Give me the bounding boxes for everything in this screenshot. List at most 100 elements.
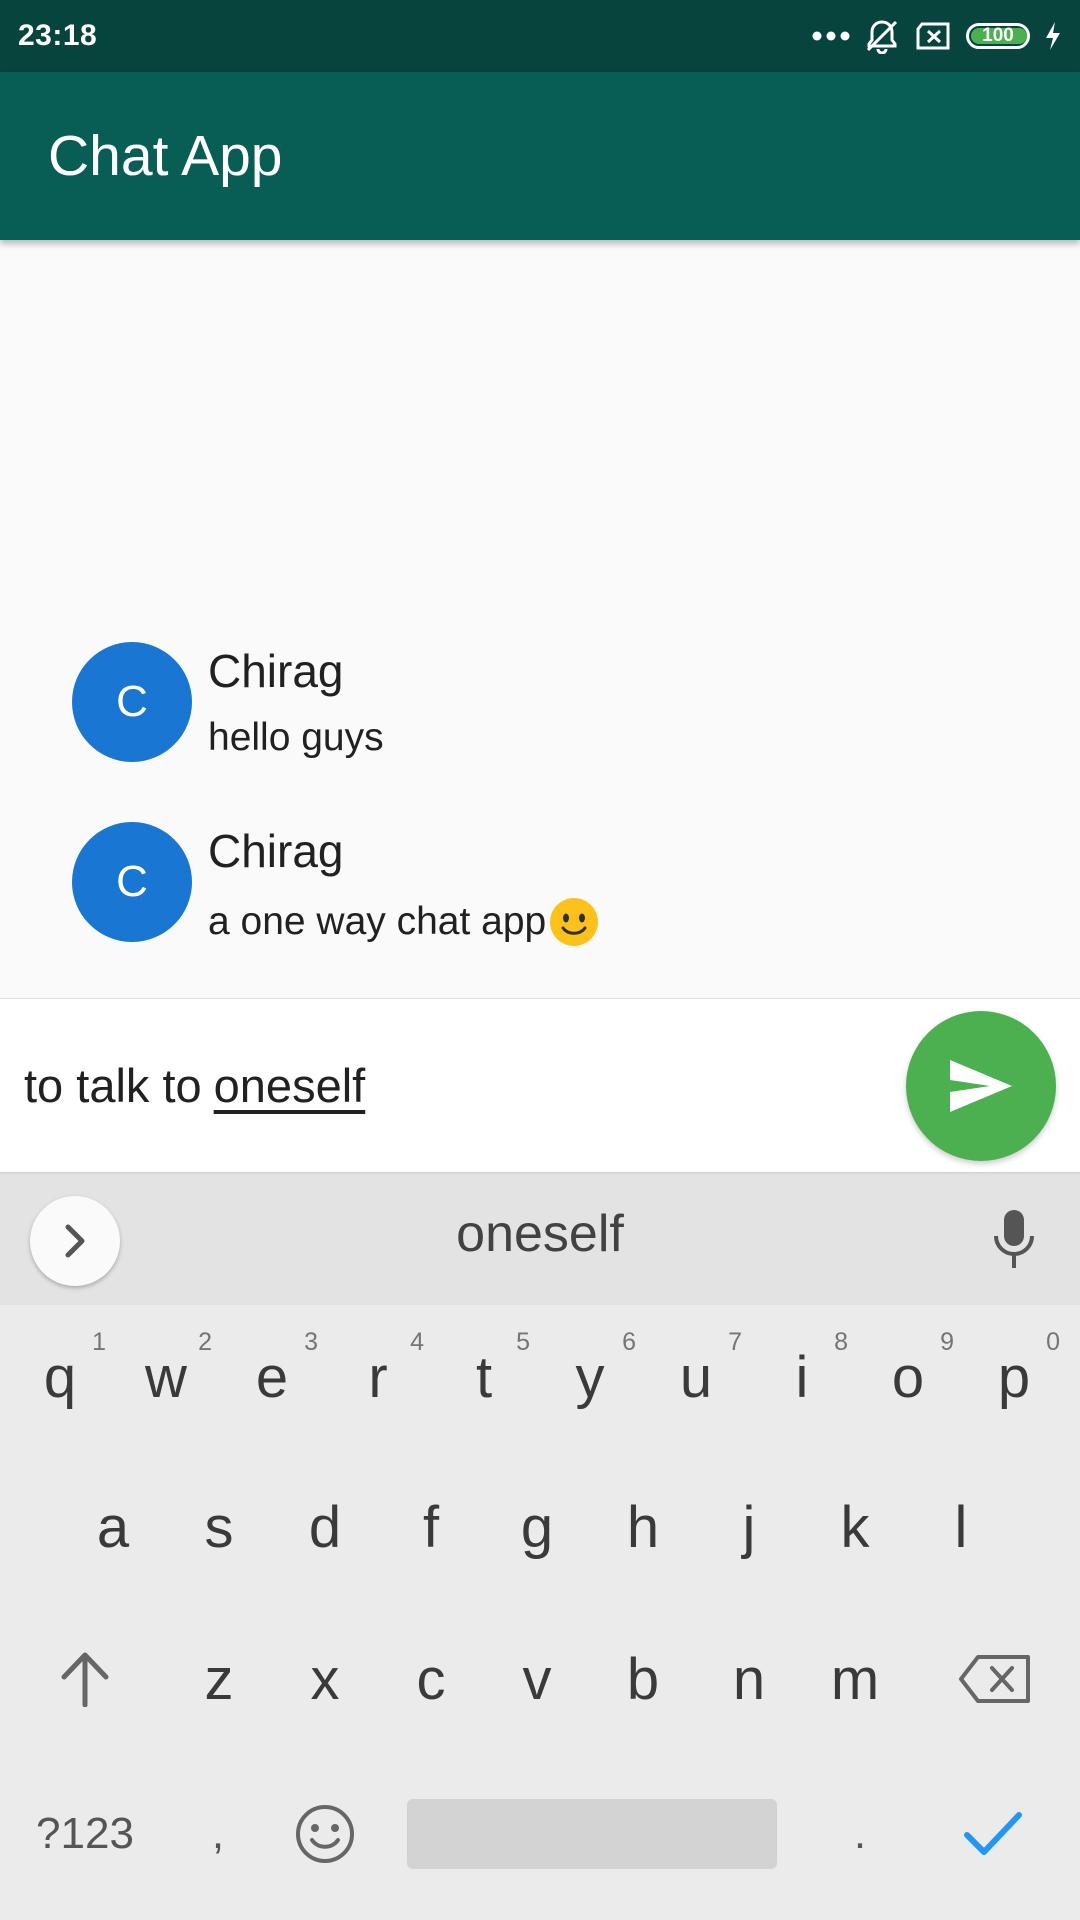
key-label: t: [475, 1344, 493, 1410]
key-p[interactable]: p0: [964, 1322, 1064, 1432]
key-hint: 5: [516, 1328, 530, 1356]
message-input[interactable]: to talk to oneself: [24, 1047, 884, 1123]
key-m[interactable]: m: [805, 1624, 905, 1734]
key-o[interactable]: o9: [858, 1322, 958, 1432]
key-k[interactable]: k: [805, 1472, 905, 1582]
message-sender: Chirag: [208, 645, 344, 697]
message-text: a one way chat app: [208, 896, 600, 948]
message-sender: Chirag: [208, 825, 344, 877]
status-time: 23:18: [18, 19, 98, 52]
key-u[interactable]: u7: [646, 1322, 746, 1432]
key-hint: 0: [1046, 1328, 1060, 1356]
key-g[interactable]: g: [487, 1472, 587, 1582]
message-text-content: hello guys: [208, 716, 384, 759]
key-label: g: [520, 1494, 554, 1560]
key-label: h: [626, 1494, 660, 1560]
key-a[interactable]: a: [63, 1472, 163, 1582]
key-label: q: [43, 1344, 77, 1410]
battery-icon: 100: [966, 23, 1030, 49]
key-label: .: [853, 1809, 867, 1858]
message-input-composing-word: oneself: [213, 1058, 366, 1112]
status-icons: 100: [812, 18, 1062, 54]
message-item[interactable]: C Chirag hello guys: [72, 642, 972, 762]
key-label: j: [742, 1494, 756, 1560]
message-text: hello guys: [208, 716, 384, 760]
key-n[interactable]: n: [699, 1624, 799, 1734]
status-bar: 23:18 100: [0, 0, 1080, 72]
chevron-right-icon: [65, 1224, 85, 1258]
message-list[interactable]: C Chirag hello guys C Chirag a one way c…: [0, 240, 1080, 998]
comma-key[interactable]: ,: [168, 1779, 268, 1889]
key-q[interactable]: q1: [10, 1322, 110, 1432]
key-x[interactable]: x: [275, 1624, 375, 1734]
emoji-key[interactable]: [275, 1779, 375, 1889]
backspace-key[interactable]: [940, 1624, 1050, 1734]
period-key[interactable]: .: [810, 1779, 910, 1889]
key-hint: 3: [304, 1328, 318, 1356]
key-h[interactable]: h: [593, 1472, 693, 1582]
key-l[interactable]: l: [911, 1472, 1011, 1582]
key-e[interactable]: e3: [222, 1322, 322, 1432]
muted-bell-icon: [864, 18, 900, 54]
done-key[interactable]: [943, 1779, 1043, 1889]
key-label: y: [575, 1344, 605, 1410]
key-hint: 8: [834, 1328, 848, 1356]
message-text-content: a one way chat app: [208, 900, 547, 943]
avatar: C: [72, 822, 192, 942]
key-label: d: [308, 1494, 342, 1560]
key-label: u: [679, 1344, 713, 1410]
key-c[interactable]: c: [381, 1624, 481, 1734]
soft-keyboard: oneself q1 w2 e3 r4 t5 y6 u7 i8 o9 p0 a …: [0, 1172, 1080, 1920]
more-dots-icon: [812, 30, 850, 42]
key-v[interactable]: v: [487, 1624, 587, 1734]
page-title: Chat App: [48, 124, 283, 188]
key-label: a: [96, 1494, 130, 1560]
key-hint: 4: [410, 1328, 424, 1356]
expand-toolbar-button[interactable]: [30, 1196, 120, 1286]
key-i[interactable]: i8: [752, 1322, 852, 1432]
key-hint: 9: [940, 1328, 954, 1356]
key-label: i: [795, 1344, 809, 1410]
avatar: C: [72, 642, 192, 762]
smiley-icon: [296, 1805, 354, 1863]
slightly-smiling-face-icon: [550, 898, 599, 946]
key-label: o: [891, 1344, 925, 1410]
key-z[interactable]: z: [169, 1624, 269, 1734]
message-item[interactable]: C Chirag a one way chat app: [72, 822, 972, 946]
key-d[interactable]: d: [275, 1472, 375, 1582]
key-label: m: [830, 1646, 880, 1712]
suggestion-strip: oneself: [0, 1172, 1080, 1305]
key-label: x: [310, 1646, 340, 1712]
suggestion-word[interactable]: oneself: [340, 1204, 740, 1264]
key-hint: 2: [198, 1328, 212, 1356]
key-label: ,: [211, 1809, 225, 1858]
key-s[interactable]: s: [169, 1472, 269, 1582]
key-w[interactable]: w2: [116, 1322, 216, 1432]
key-f[interactable]: f: [381, 1472, 481, 1582]
key-label: l: [954, 1494, 968, 1560]
key-label: b: [626, 1646, 660, 1712]
key-b[interactable]: b: [593, 1624, 693, 1734]
sim-x-icon: [914, 21, 952, 51]
send-button[interactable]: [906, 1011, 1056, 1161]
charging-bolt-icon: [1044, 21, 1062, 51]
message-input-text: to talk to: [24, 1058, 202, 1112]
shift-key[interactable]: [35, 1624, 135, 1734]
key-y[interactable]: y6: [540, 1322, 640, 1432]
mic-icon[interactable]: [990, 1208, 1038, 1277]
battery-text: 100: [982, 25, 1014, 46]
key-j[interactable]: j: [699, 1472, 799, 1582]
key-label: r: [368, 1344, 388, 1410]
key-label: n: [732, 1646, 766, 1712]
key-hint: 1: [92, 1328, 106, 1356]
key-label: z: [204, 1646, 234, 1712]
key-label: v: [522, 1646, 552, 1712]
key-label: w: [145, 1344, 187, 1410]
key-t[interactable]: t5: [434, 1322, 534, 1432]
symbols-key[interactable]: ?123: [20, 1779, 150, 1889]
spacebar[interactable]: [407, 1799, 777, 1869]
key-label: p: [997, 1344, 1031, 1410]
key-r[interactable]: r4: [328, 1322, 428, 1432]
send-icon: [950, 1060, 1012, 1112]
key-hint: 7: [728, 1328, 742, 1356]
